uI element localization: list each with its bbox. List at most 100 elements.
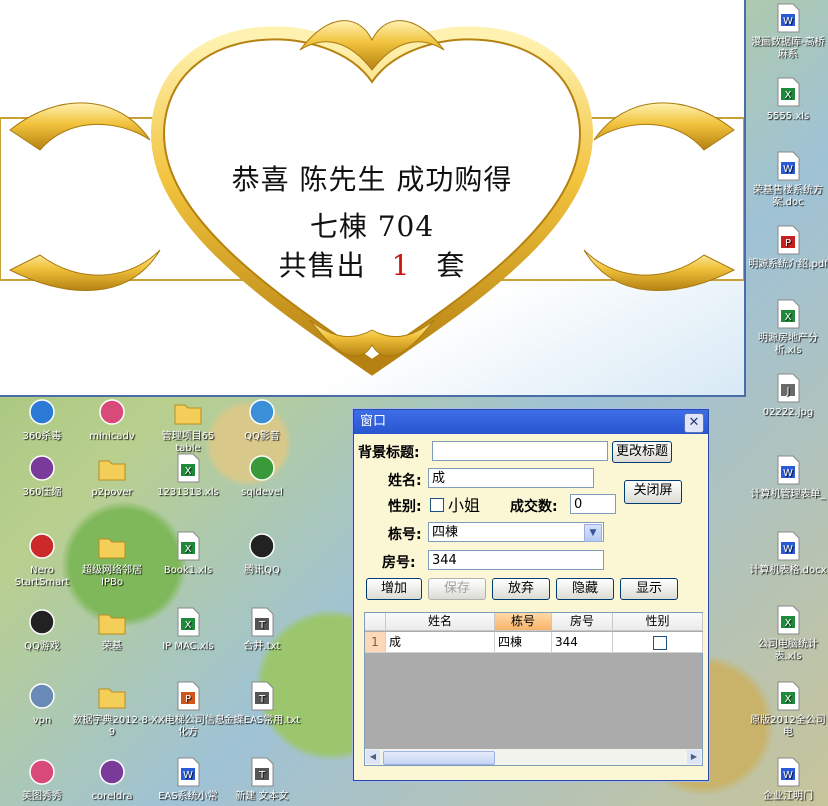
unit-line: 七棟 704 xyxy=(309,210,435,243)
cell-room[interactable]: 344 xyxy=(552,632,613,653)
svg-text:X: X xyxy=(785,90,792,101)
hide-button[interactable]: 隐藏 xyxy=(556,578,614,600)
desktop-icon-qq-icon[interactable]: QQ游戏 xyxy=(2,606,82,653)
xls-icon: X xyxy=(777,605,800,635)
desktop-icon-label: 管理项目65 table xyxy=(161,431,215,454)
desktop-icon-network-icon[interactable]: vpn xyxy=(2,680,82,727)
column-header-room[interactable]: 房号 xyxy=(552,613,613,631)
svg-text:X: X xyxy=(185,544,192,555)
close-screen-button[interactable]: 关闭屏 xyxy=(624,480,682,504)
add-button[interactable]: 增加 xyxy=(366,578,422,600)
desktop-icon-folder-icon[interactable]: 数据字典2012-8-9 xyxy=(72,680,152,739)
desktop-icon-qq-icon[interactable]: 腾讯QQ xyxy=(222,530,302,577)
desktop-icon-folder-icon[interactable]: p2pover xyxy=(72,452,152,499)
desktop-icon-doc-icon[interactable]: W 计算机管理表单_ xyxy=(748,454,828,501)
room-input[interactable]: 344 xyxy=(428,550,604,570)
desktop-icon-folder-icon[interactable]: 管理项目65 table xyxy=(148,396,228,455)
column-header-gender[interactable]: 性别 xyxy=(613,613,703,631)
desktop-icon-txt-icon[interactable]: T 金蝶EAS常用.txt xyxy=(222,680,302,727)
close-icon[interactable]: ✕ xyxy=(684,413,704,433)
desktop-icon-archive-icon[interactable]: coreldra xyxy=(72,756,152,803)
building-select[interactable]: 四棟 ▼ xyxy=(428,522,604,542)
xls-icon: X xyxy=(177,607,200,637)
deals-label: 成交数: xyxy=(510,499,558,515)
desktop-icon-xls-icon[interactable]: X 公司电脑统计表.xls xyxy=(748,604,828,663)
desktop-icon-label: IP MAC.xls xyxy=(162,641,214,652)
desktop-icon-doc-icon[interactable]: W 企业江明门 xyxy=(748,756,828,803)
desktop-icon-folder-icon[interactable]: 荣基 xyxy=(72,606,152,653)
save-button[interactable]: 保存 xyxy=(428,578,486,600)
doc-icon: W xyxy=(177,757,200,787)
dialog-titlebar[interactable]: 窗口 ✕ xyxy=(354,410,708,434)
name-input[interactable]: 成 xyxy=(428,468,594,488)
desktop-icon-pdf-icon[interactable]: P 明源系统介绍.pdf xyxy=(748,224,828,271)
cell-gender[interactable] xyxy=(613,632,703,653)
records-grid[interactable]: 姓名 栋号 房号 性别 1 成 四棟 344 ◀ ▶ xyxy=(364,612,703,766)
xls-icon: X xyxy=(777,77,800,107)
cell-building[interactable]: 四棟 xyxy=(495,632,552,653)
scroll-left-icon[interactable]: ◀ xyxy=(366,750,380,764)
desktop-icon-label: 360压缩 xyxy=(22,487,62,498)
desktop-icon-nero-icon[interactable]: Nero StartSmart xyxy=(2,530,82,589)
desktop-icon-label: 企业江明门 xyxy=(763,791,813,802)
desktop-icon-ppt-icon[interactable]: P XX电梯公司信息化方 xyxy=(148,680,228,739)
gender-label: 性别: xyxy=(388,499,422,515)
cell-name[interactable]: 成 xyxy=(386,632,495,653)
bg-title-input[interactable] xyxy=(432,441,608,461)
desktop-icon-shield-icon[interactable]: 360杀毒 xyxy=(2,396,82,443)
desktop-icon-doc-icon[interactable]: W EAS系统小常 xyxy=(148,756,228,803)
congrats-line: 恭喜 陈先生 成功购得 xyxy=(231,163,513,196)
desktop-icon-jpg-icon[interactable]: J 02222.jpg xyxy=(748,372,828,419)
discard-button[interactable]: 放弃 xyxy=(492,578,550,600)
desktop-icon-doc-icon[interactable]: W 漫画数据库-高桥麻系 xyxy=(748,2,828,61)
gender-option-label: 小姐 xyxy=(448,496,481,515)
grid-corner xyxy=(365,613,386,631)
desktop-icon-xls-icon[interactable]: X 原版2012全公司电 xyxy=(748,680,828,739)
nero-icon xyxy=(29,533,55,559)
desktop-icon-xls-icon[interactable]: X 1231313.xls xyxy=(148,452,228,499)
desktop-icon-txt-icon[interactable]: T 合并.txt xyxy=(222,606,302,653)
desktop-icon-label: 新建 文本文 xyxy=(235,791,289,802)
show-button[interactable]: 显示 xyxy=(620,578,678,600)
svg-text:X: X xyxy=(185,620,192,631)
sold-suffix: 套 xyxy=(436,249,466,282)
table-row[interactable]: 1 成 四棟 344 xyxy=(365,632,703,653)
desktop-icon-folder-icon[interactable]: 超级网络邻居IPBo xyxy=(72,530,152,589)
desktop-icon-doc-icon[interactable]: W 荣基售楼系统方案.doc xyxy=(748,150,828,209)
desktop-icon-label: 美图秀秀 xyxy=(22,791,62,802)
chevron-down-icon[interactable]: ▼ xyxy=(584,524,602,542)
desktop-icon-app-icon[interactable]: 美图秀秀 xyxy=(2,756,82,803)
desktop-icon-label: 数据字典2012-8-9 xyxy=(72,715,152,738)
desktop-icon-label: 原版2012全公司电 xyxy=(750,715,826,738)
doc-icon: W xyxy=(777,531,800,561)
desktop-icon-xls-icon[interactable]: X 明源房地产分析.xls xyxy=(748,298,828,357)
shield-icon xyxy=(29,399,55,425)
grid-header: 姓名 栋号 房号 性别 xyxy=(365,613,703,631)
deals-input[interactable]: 0 xyxy=(570,494,616,514)
svg-text:T: T xyxy=(258,620,266,631)
desktop-icon-media-icon[interactable]: QQ影音 xyxy=(222,396,302,443)
desktop-icon-doc-icon[interactable]: W 计算机表格.docx xyxy=(748,530,828,577)
svg-text:X: X xyxy=(785,618,792,629)
gender-cell-checkbox[interactable] xyxy=(653,636,667,650)
svg-text:W: W xyxy=(783,468,793,479)
gender-checkbox[interactable] xyxy=(430,498,444,512)
desktop-icon-label: 荣基售楼系统方案.doc xyxy=(753,185,823,208)
column-header-name[interactable]: 姓名 xyxy=(386,613,495,631)
svg-text:T: T xyxy=(258,770,266,781)
desktop-icon-archive-icon[interactable]: 360压缩 xyxy=(2,452,82,499)
change-title-button[interactable]: 更改标题 xyxy=(612,441,672,463)
horizontal-scrollbar[interactable]: ◀ ▶ xyxy=(365,749,702,765)
desktop-icon-xls-icon[interactable]: X IP MAC.xls xyxy=(148,606,228,653)
desktop-icon-app-icon[interactable]: minicadv xyxy=(72,396,152,443)
scroll-right-icon[interactable]: ▶ xyxy=(687,750,701,764)
scroll-thumb[interactable] xyxy=(383,751,495,765)
column-header-building[interactable]: 栋号 xyxy=(495,613,552,631)
desktop-icon-xls-icon[interactable]: X 5555.xls xyxy=(748,76,828,123)
desktop-icon-xls-icon[interactable]: X Book1.xls xyxy=(148,530,228,577)
desktop-icon-label: 5555.xls xyxy=(766,111,810,122)
svg-text:X: X xyxy=(785,694,792,705)
desktop-icon-db-icon[interactable]: sqldevel xyxy=(222,452,302,499)
desktop-icon-txt-icon[interactable]: T 新建 文本文 xyxy=(222,756,302,803)
folder-icon xyxy=(98,538,126,559)
